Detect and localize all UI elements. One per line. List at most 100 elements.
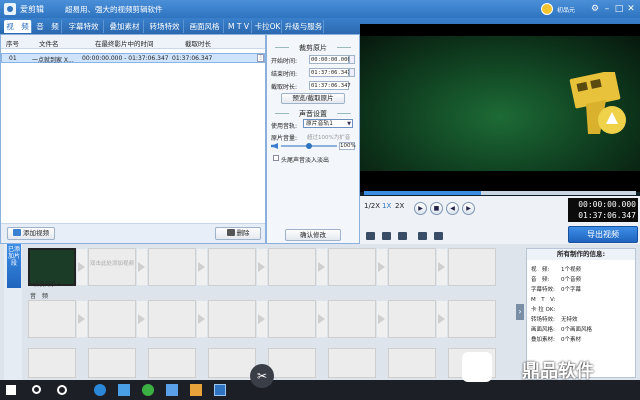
- info-key: 画面风格:: [531, 327, 555, 333]
- tab-overlay[interactable]: 叠加素材: [106, 20, 144, 33]
- app-name: 爱剪辑: [20, 5, 44, 14]
- tab-karaoke[interactable]: 卡拉OK: [254, 20, 282, 33]
- end-time-input[interactable]: 01:37:06.347: [309, 68, 351, 77]
- table-row[interactable]: 01 一点就到家 X... 00:00:00.000 - 01:37:06.34…: [1, 53, 265, 64]
- play-icon[interactable]: ▶: [414, 202, 427, 215]
- tab-audio[interactable]: 音 频: [34, 20, 62, 33]
- windows-start-icon[interactable]: [6, 385, 16, 395]
- add-clip-slot[interactable]: 双击此处添加视频: [88, 248, 136, 286]
- empty-slot[interactable]: [28, 348, 76, 378]
- empty-slot[interactable]: [148, 348, 196, 378]
- video-preview[interactable]: [360, 24, 640, 192]
- transition-slot[interactable]: [197, 301, 207, 337]
- transition-slot[interactable]: [377, 249, 387, 285]
- empty-slot[interactable]: [448, 248, 496, 286]
- folder-icon[interactable]: [382, 232, 391, 240]
- chevron-down-icon: ▼: [347, 121, 351, 127]
- audio-slot[interactable]: [88, 300, 136, 338]
- preview-trim-button[interactable]: 预览/截取原片: [281, 93, 345, 104]
- cortana-icon[interactable]: [57, 385, 67, 395]
- empty-slot[interactable]: [388, 348, 436, 378]
- empty-slot[interactable]: [268, 348, 316, 378]
- empty-slot[interactable]: [328, 348, 376, 378]
- audio-slot[interactable]: [328, 300, 376, 338]
- transition-slot[interactable]: [77, 249, 87, 285]
- avatar[interactable]: [541, 3, 553, 15]
- transition-slot[interactable]: [257, 249, 267, 285]
- end-time-spinner[interactable]: [349, 68, 355, 77]
- volume-icon: [271, 143, 278, 149]
- transition-slot[interactable]: [197, 249, 207, 285]
- speed-half[interactable]: 1/2X: [364, 202, 380, 210]
- user-name[interactable]: 初品元: [557, 5, 575, 14]
- empty-slot[interactable]: [268, 248, 316, 286]
- timeline-scroll-arrow[interactable]: ›: [516, 304, 524, 320]
- audio-track-select[interactable]: 原片音轨1 ▼: [303, 119, 353, 128]
- row-menu-icon[interactable]: ⋮: [257, 54, 264, 62]
- audio-slot[interactable]: [148, 300, 196, 338]
- transition-slot[interactable]: [377, 301, 387, 337]
- empty-slot[interactable]: [208, 248, 256, 286]
- info-row: 卡 拉 OK:: [531, 305, 635, 313]
- tab-mtv[interactable]: M T V: [226, 20, 252, 33]
- confirm-button[interactable]: 确认修改: [285, 229, 341, 241]
- open-file-icon[interactable]: [366, 232, 375, 240]
- close-button[interactable]: ✕: [624, 2, 638, 16]
- start-time-input[interactable]: 00:00:00.000: [309, 55, 351, 64]
- export-video-button[interactable]: 导出视频: [568, 226, 638, 243]
- audio-slot[interactable]: [268, 300, 316, 338]
- stop-icon[interactable]: ■: [430, 202, 443, 215]
- tab-video[interactable]: 视 频: [4, 20, 32, 33]
- tab-upgrade[interactable]: 升级与服务: [284, 20, 324, 33]
- audio-slot[interactable]: [448, 300, 496, 338]
- info-row: M T V:: [531, 295, 635, 303]
- empty-slot[interactable]: [388, 248, 436, 286]
- audio-slot[interactable]: [28, 300, 76, 338]
- transition-slot[interactable]: [437, 301, 447, 337]
- folder-icon[interactable]: [190, 384, 202, 396]
- speed-double[interactable]: 2X: [395, 202, 404, 210]
- transition-slot[interactable]: [77, 301, 87, 337]
- edit-icon[interactable]: [418, 232, 427, 240]
- save-icon[interactable]: [398, 232, 407, 240]
- browser-icon[interactable]: [142, 384, 154, 396]
- next-frame-icon[interactable]: ▶: [462, 202, 475, 215]
- transition-slot[interactable]: [317, 249, 327, 285]
- added-clips-tab[interactable]: 已添加片段: [7, 244, 21, 288]
- delete-button[interactable]: 删除: [215, 227, 261, 240]
- editor-taskbar-icon[interactable]: [214, 384, 226, 396]
- duration-input[interactable]: 01:37:06.347: [309, 81, 351, 90]
- volume-slider-handle[interactable]: [306, 143, 312, 149]
- snapshot-icon[interactable]: [434, 232, 443, 240]
- empty-slot[interactable]: [88, 348, 136, 378]
- empty-slot[interactable]: [328, 248, 376, 286]
- tab-subtitle-effects[interactable]: 字幕特效: [64, 20, 104, 33]
- audio-slot[interactable]: [208, 300, 256, 338]
- empty-slot[interactable]: [148, 248, 196, 286]
- info-key: 视 频:: [531, 267, 550, 273]
- add-video-button[interactable]: 添加视频: [7, 227, 55, 240]
- info-key: 卡 拉 OK:: [531, 307, 556, 313]
- fade-checkbox[interactable]: [273, 155, 279, 161]
- speed-normal[interactable]: 1X: [382, 202, 391, 210]
- search-icon[interactable]: [32, 385, 41, 394]
- timeline-sidebar: 已添加片段: [4, 244, 22, 380]
- empty-slot[interactable]: [208, 348, 256, 378]
- scissors-icon[interactable]: ✂: [250, 364, 274, 388]
- volume-hint: 超过100%为扩音: [307, 135, 351, 141]
- transition-slot[interactable]: [257, 301, 267, 337]
- playback-progress[interactable]: [364, 191, 636, 195]
- transition-slot[interactable]: [437, 249, 447, 285]
- transition-slot[interactable]: [317, 301, 327, 337]
- audio-slot[interactable]: [388, 300, 436, 338]
- tab-transitions[interactable]: 转场特效: [146, 20, 184, 33]
- prev-frame-icon[interactable]: ◀: [446, 202, 459, 215]
- app-icon[interactable]: [166, 384, 178, 396]
- tab-style[interactable]: 画面风格: [186, 20, 224, 33]
- edge-icon[interactable]: [94, 384, 106, 396]
- start-time-spinner[interactable]: [349, 55, 355, 64]
- transition-slot[interactable]: [137, 249, 147, 285]
- transition-slot[interactable]: [137, 301, 147, 337]
- volume-percent[interactable]: 100%: [339, 142, 356, 150]
- store-icon[interactable]: [118, 384, 130, 396]
